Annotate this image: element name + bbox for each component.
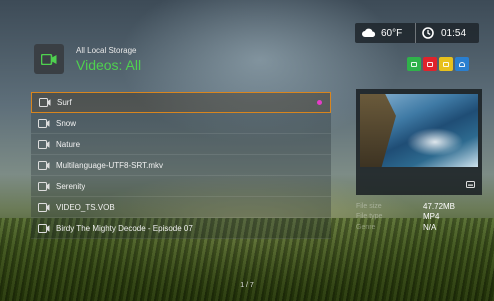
clock-icon — [422, 27, 434, 39]
green-function-button[interactable] — [407, 57, 421, 71]
breadcrumb: All Local Storage — [76, 46, 137, 55]
color-function-buttons — [405, 57, 469, 71]
cloud-icon — [362, 28, 376, 37]
status-divider — [415, 23, 416, 43]
thumbnail-cliff — [360, 94, 396, 167]
subtitle-icon — [466, 181, 475, 188]
genre-value: N/A — [423, 222, 437, 232]
video-file-icon — [39, 98, 51, 107]
video-category-icon — [34, 44, 64, 74]
video-file-icon — [38, 223, 50, 233]
file-row-video-ts[interactable]: VIDEO_TS.VOB — [31, 197, 331, 218]
file-name: Birdy The Mighty Decode - Episode 07 — [56, 223, 193, 233]
file-name: Nature — [56, 139, 81, 149]
file-row-surf[interactable]: Surf — [31, 92, 331, 113]
file-row-snow[interactable]: Snow — [31, 113, 331, 134]
green-button-icon — [411, 61, 417, 67]
video-file-icon — [38, 160, 50, 170]
page-indicator: 1 / 7 — [240, 282, 254, 289]
genre-label: Genre — [356, 223, 376, 231]
page-title: Videos: All — [76, 57, 142, 73]
status-bar: 60°F 01:54 — [355, 23, 479, 43]
file-name: Snow — [56, 118, 77, 128]
file-row-multilanguage[interactable]: Multilanguage-UTF8-SRT.mkv — [31, 155, 331, 176]
red-button-icon — [427, 61, 433, 67]
video-file-icon — [38, 181, 50, 191]
file-name: Multilanguage-UTF8-SRT.mkv — [56, 160, 163, 170]
red-function-button[interactable] — [423, 57, 437, 71]
blue-button-icon — [459, 61, 465, 67]
yellow-button-icon — [443, 61, 449, 67]
clock-time: 01:54 — [441, 28, 467, 39]
video-file-icon — [38, 118, 50, 128]
genre-row: Genre N/A — [356, 222, 482, 233]
file-name: VIDEO_TS.VOB — [56, 202, 115, 212]
file-size-value: 47.72MB — [423, 201, 456, 211]
file-row-birdy[interactable]: Birdy The Mighty Decode - Episode 07 — [31, 218, 331, 239]
file-name: Serenity — [56, 181, 86, 191]
file-name: Surf — [57, 98, 72, 107]
file-type-value: MP4 — [423, 212, 440, 222]
file-type-label: File type — [356, 213, 383, 221]
file-size-row: File size 47.72MB — [356, 201, 482, 212]
video-thumbnail — [360, 94, 478, 167]
file-size-label: File size — [356, 202, 382, 210]
file-row-serenity[interactable]: Serenity — [31, 176, 331, 197]
preview-panel — [356, 89, 482, 195]
temperature: 60°F — [381, 28, 403, 39]
file-details: File size 47.72MB File type MP4 Genre N/… — [356, 201, 482, 233]
yellow-function-button[interactable] — [439, 57, 453, 71]
blue-function-button[interactable] — [455, 57, 469, 71]
now-playing-indicator — [317, 100, 322, 105]
file-row-nature[interactable]: Nature — [31, 134, 331, 155]
file-list: Surf Snow Nature Multilanguage-UTF8-SRT.… — [31, 92, 331, 239]
file-type-row: File type MP4 — [356, 212, 482, 223]
video-file-icon — [38, 139, 50, 149]
video-file-icon — [38, 202, 50, 212]
